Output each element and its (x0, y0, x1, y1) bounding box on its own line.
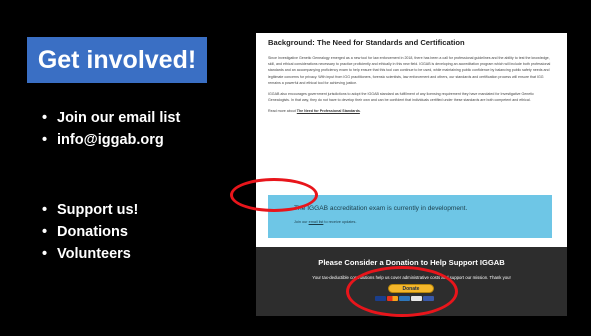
bank-card-icon (423, 296, 434, 301)
slide-title-box: Get involved! (27, 37, 207, 83)
donation-section: Please Consider a Donation to Help Suppo… (256, 247, 567, 316)
amex-card-icon (399, 296, 410, 301)
bullet-item: Donations (42, 221, 138, 243)
donation-title: Please Consider a Donation to Help Suppo… (318, 258, 505, 267)
mastercard-icon (387, 296, 398, 301)
bullet-item: Volunteers (42, 243, 138, 265)
read-more-line: Read more about The Need for Professiona… (268, 108, 555, 114)
donate-button[interactable]: Donate (388, 284, 434, 293)
notice-subtext: Join our email list to receive updates. (294, 220, 357, 224)
notice-sub-suffix: to receive updates. (323, 220, 357, 224)
website-paragraph: IGGAB also encourages government jurisdi… (268, 92, 534, 103)
website-screenshot: Background: The Need for Standards and C… (256, 33, 567, 316)
bullet-list-contact: Join our email list info@iggab.org (42, 107, 180, 151)
notice-title: The IGGAB accreditation exam is currentl… (294, 205, 468, 212)
exam-notice-banner: The IGGAB accreditation exam is currentl… (268, 195, 552, 238)
bullet-list-support: Support us! Donations Volunteers (42, 199, 138, 265)
payment-cards (375, 296, 434, 301)
donation-subtitle: Your tax-deductible contributions help u… (312, 275, 511, 280)
website-content: Background: The Need for Standards and C… (256, 33, 567, 115)
discover-card-icon (411, 296, 422, 301)
bullet-item: Support us! (42, 199, 138, 221)
read-more-suffix: . (359, 109, 361, 114)
visa-card-icon (375, 296, 386, 301)
website-heading: Background: The Need for Standards and C… (268, 38, 465, 47)
standards-link[interactable]: The Need for Professional Standards (297, 109, 360, 113)
website-paragraph: Since Investigative Genetic Genealogy em… (268, 56, 551, 85)
email-list-link[interactable]: email list (309, 220, 324, 224)
bullet-item: Join our email list (42, 107, 180, 129)
bullet-item: info@iggab.org (42, 129, 180, 151)
read-more-prefix: Read more about (268, 109, 297, 114)
slide-title: Get involved! (37, 45, 197, 74)
presentation-slide: Get involved! Join our email list info@i… (0, 0, 591, 336)
notice-sub-prefix: Join our (294, 220, 309, 224)
